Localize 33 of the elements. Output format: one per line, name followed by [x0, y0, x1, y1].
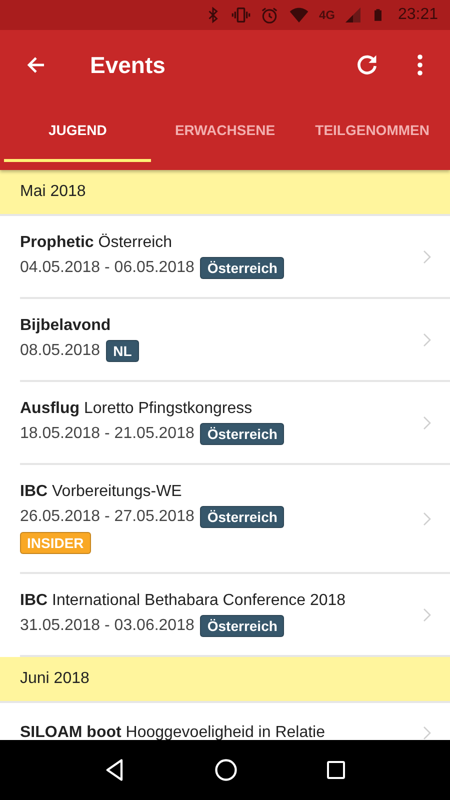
event-dates: 18.05.2018 - 21.05.2018 — [20, 425, 194, 443]
month-header: Mai 2018 — [0, 170, 450, 216]
event-row[interactable]: Bijbelavond 08.05.2018 NL — [20, 299, 450, 382]
network-label: 4G — [318, 8, 335, 22]
tag-label: NL — [106, 340, 139, 362]
more-vert-icon — [416, 53, 424, 77]
event-title: IBC International Bethabara Conference 2018 — [20, 592, 347, 610]
tag-label: Österreich — [200, 257, 284, 279]
event-title: IBC Vorbereitungs-WE — [20, 483, 183, 501]
tag-label: Österreich — [200, 506, 284, 528]
event-title: SILOAM boot Hooggevoeligheid in Relatie — [20, 724, 326, 740]
clock-time: 23:21 — [398, 6, 438, 24]
event-dates: 31.05.2018 - 03.06.2018 — [20, 617, 194, 635]
tag-label: INSIDER — [20, 532, 91, 554]
alarm-icon — [260, 6, 279, 24]
event-dates: 26.05.2018 - 27.05.2018 — [20, 508, 194, 526]
event-dates: 08.05.2018 — [20, 342, 100, 360]
vibrate-icon — [230, 5, 251, 25]
home-circle-icon[interactable] — [212, 757, 239, 783]
event-row[interactable]: Ausflug Loretto Pfingstkongress 18.05.2018 - 21.05.2018 Österreich — [20, 382, 450, 465]
event-dates: 04.05.2018 - 06.05.2018 — [20, 259, 194, 277]
screen-title: Events — [90, 52, 166, 78]
month-header: Juni 2018 — [0, 657, 450, 703]
tag-label: Österreich — [200, 423, 284, 445]
wifi-icon — [288, 5, 310, 25]
event-title: Bijbelavond — [20, 317, 112, 335]
event-row[interactable]: IBC Vorbereitungs-WE 26.05.2018 - 27.05.2018 Österreich INSIDER — [20, 465, 450, 574]
tag-label: Österreich — [200, 615, 284, 637]
signal-icon — [344, 6, 362, 24]
event-title: Prophetic Österreich — [20, 234, 174, 252]
event-row[interactable]: Prophetic Österreich 04.05.2018 - 06.05.2018 Österreich — [20, 216, 450, 299]
tab[interactable]: JUGEND — [4, 100, 152, 162]
event-title: Ausflug Loretto Pfingstkongress — [20, 400, 254, 418]
